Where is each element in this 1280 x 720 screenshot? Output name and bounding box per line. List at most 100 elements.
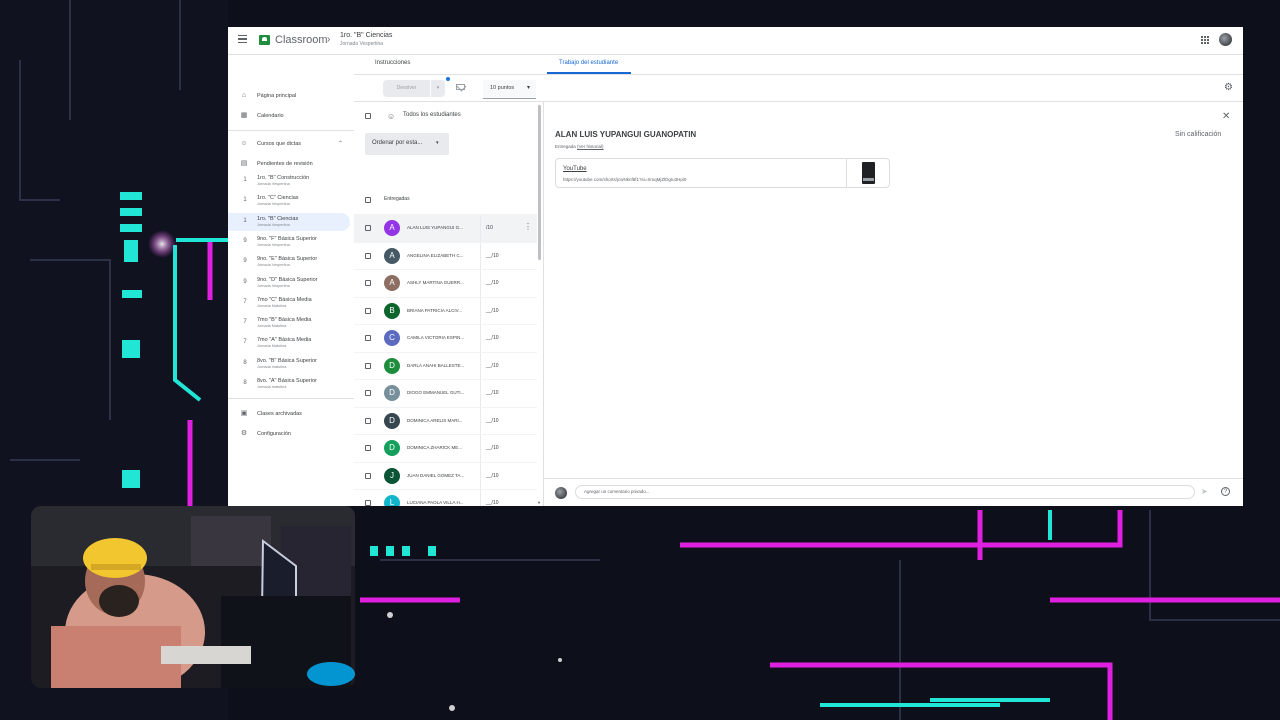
sidebar-course-item[interactable]: 9 9no. "D" Básica Superior Jornada Vespert… bbox=[228, 274, 350, 292]
scroll-down-arrow-icon[interactable]: ▼ bbox=[537, 500, 541, 505]
grade-field[interactable]: /10 bbox=[486, 225, 493, 231]
student-name[interactable]: ALAN LUIS YUPANGUI G... bbox=[407, 225, 475, 230]
student-name[interactable]: ANGELINA ELIZABETH C... bbox=[407, 253, 475, 258]
grade-field[interactable]: __/10 bbox=[486, 445, 499, 451]
help-icon[interactable]: ? bbox=[1221, 487, 1230, 496]
mail-icon[interactable] bbox=[456, 84, 465, 90]
sidebar-item-label: Cursos que dictas bbox=[257, 141, 302, 147]
student-checkbox[interactable] bbox=[365, 307, 371, 314]
attachment-thumbnail[interactable] bbox=[846, 159, 891, 187]
sidebar-item-to-review[interactable]: ▤ Pendientes de revisión bbox=[228, 155, 350, 173]
menu-icon[interactable] bbox=[238, 35, 247, 43]
grade-field[interactable]: __/10 bbox=[486, 335, 499, 341]
student-name[interactable]: DIOGO EMMANUEL GUTI... bbox=[407, 390, 475, 395]
course-title[interactable]: 1ro. "B" Ciencias bbox=[340, 32, 392, 39]
sidebar-item-teaching[interactable]: ☺ Cursos que dictas ⌃ bbox=[228, 135, 350, 153]
sidebar-course-item[interactable]: 7 7mo "C" Básica Media Jornada Matutina bbox=[228, 294, 350, 312]
student-row[interactable]: D DOMINICA ARELIS MARI... __/10 bbox=[354, 406, 537, 435]
sidebar-course-item[interactable]: 8 8vo. "B" Básica Superior Jornada matutin… bbox=[228, 355, 350, 373]
student-row[interactable]: C CAMILA VICTORIA ESPIN... __/10 bbox=[354, 324, 537, 352]
student-row[interactable]: D DIOGO EMMANUEL GUTI... __/10 bbox=[354, 379, 537, 407]
classroom-logo-icon[interactable] bbox=[259, 35, 270, 45]
student-checkbox[interactable] bbox=[365, 280, 371, 286]
points-select[interactable]: 10 puntos ▾ bbox=[483, 80, 536, 99]
attachment-card[interactable]: YouTube https://youtube.com/shorts/jcwNk… bbox=[555, 158, 890, 188]
student-name[interactable]: JUAN DANIEL GOMEZ TA... bbox=[407, 473, 475, 478]
student-row[interactable]: L LUCIANA PAOLA VILLA H... __/10 bbox=[354, 489, 537, 506]
student-checkbox[interactable] bbox=[365, 445, 371, 451]
student-checkbox[interactable] bbox=[365, 417, 371, 424]
return-dropdown-button[interactable]: ▾ bbox=[431, 80, 445, 97]
student-name[interactable]: DOMINICA ARELIS MARI... bbox=[407, 418, 475, 423]
close-icon[interactable]: ✕ bbox=[1222, 111, 1230, 122]
chevron-up-icon[interactable]: ⌃ bbox=[338, 140, 343, 147]
grade-field[interactable]: __/10 bbox=[486, 390, 499, 396]
sidebar-item-settings[interactable]: ⚙ Configuración bbox=[228, 425, 350, 443]
grade-field[interactable]: __/10 bbox=[486, 308, 499, 314]
student-checkbox[interactable] bbox=[365, 335, 371, 341]
sidebar-course-item[interactable]: 9 9no. "F" Básica Superior Jornada Vespert… bbox=[228, 233, 350, 251]
sidebar-course-item[interactable]: 9 9no. "E" Básica Superior Jornada Vespert… bbox=[228, 253, 350, 271]
grade-field[interactable]: __/10 bbox=[486, 418, 499, 424]
return-button[interactable]: Devolver bbox=[383, 80, 430, 97]
sidebar-course-item[interactable]: 8 8vo. "A" Básica Superior Jornada matutin… bbox=[228, 375, 350, 393]
divider bbox=[228, 130, 354, 131]
send-icon[interactable]: ➤ bbox=[1201, 487, 1208, 496]
student-row[interactable]: A ANGELINA ELIZABETH C... __/10 bbox=[354, 241, 537, 270]
people-icon: ☺ bbox=[240, 140, 248, 147]
student-name[interactable]: BRIANA PATRICIA ALCIV... bbox=[407, 308, 475, 313]
tab-student-work[interactable]: Trabajo del estudiante bbox=[559, 60, 618, 66]
divider bbox=[228, 398, 354, 399]
section-checkbox[interactable] bbox=[365, 197, 371, 203]
student-name[interactable]: CAMILA VICTORIA ESPIN... bbox=[407, 335, 475, 340]
student-name[interactable]: DOMINICA ZHARICK ME... bbox=[407, 445, 475, 450]
student-checkbox[interactable] bbox=[365, 500, 371, 506]
history-link[interactable]: (Ver historial) bbox=[577, 144, 604, 149]
divider bbox=[480, 297, 481, 325]
account-avatar[interactable] bbox=[1219, 33, 1232, 46]
grade-field[interactable]: __/10 bbox=[486, 500, 499, 506]
student-checkbox[interactable] bbox=[365, 362, 371, 369]
sidebar-course-item[interactable]: 1 1ro. "B" Ciencias Jornada Vespertina bbox=[228, 212, 350, 231]
attachment-title[interactable]: YouTube bbox=[563, 166, 587, 172]
tab-instructions[interactable]: Instrucciones bbox=[375, 60, 410, 66]
grade-field[interactable]: __/10 bbox=[486, 280, 499, 286]
apps-icon[interactable] bbox=[1201, 36, 1209, 44]
grade-field[interactable]: __/10 bbox=[486, 473, 499, 479]
gear-icon[interactable]: ⚙ bbox=[1224, 82, 1233, 93]
more-vert-icon[interactable]: ⋮ bbox=[524, 222, 532, 231]
course-session: Jornada Vespertina bbox=[257, 242, 290, 247]
student-checkbox[interactable] bbox=[365, 472, 371, 479]
student-checkbox[interactable] bbox=[365, 390, 371, 396]
course-session: Jornada Vespertina bbox=[257, 283, 290, 288]
student-row[interactable]: B BRIANA PATRICIA ALCIV... __/10 bbox=[354, 296, 537, 325]
student-name[interactable]: LUCIANA PAOLA VILLA H... bbox=[407, 500, 475, 505]
grade-field[interactable]: __/10 bbox=[486, 253, 499, 259]
student-checkbox[interactable] bbox=[365, 252, 371, 259]
chevron-down-icon: ▾ bbox=[527, 85, 531, 91]
divider bbox=[480, 435, 481, 462]
list-scrollbar[interactable] bbox=[538, 105, 541, 260]
app-name[interactable]: Classroom bbox=[275, 34, 328, 46]
sidebar-course-item[interactable]: 7 7mo "B" Básica Media Jornada Matutina bbox=[228, 314, 350, 332]
student-name[interactable]: DARLA ANAHI BALLESTE... bbox=[407, 363, 475, 368]
sidebar-course-item[interactable]: 7 7mo "A" Básica Media Jornada Matutina bbox=[228, 334, 350, 352]
sidebar-course-item[interactable]: 1 1ro. "B" Construcción Jornada Vespertina bbox=[228, 172, 350, 190]
student-row[interactable]: J JUAN DANIEL GOMEZ TA... __/10 bbox=[354, 461, 537, 490]
sidebar-item-calendar[interactable]: ▦ Calendario bbox=[228, 107, 350, 125]
select-all-checkbox[interactable] bbox=[365, 113, 371, 119]
course-session: Jornada Vespertina bbox=[257, 263, 290, 268]
sidebar-item-home[interactable]: ⌂ Página principal bbox=[228, 87, 350, 105]
sidebar-course-item[interactable]: 1 1ro. "C" Ciencias Jornada Vespertina bbox=[228, 192, 350, 210]
student-checkbox[interactable] bbox=[365, 225, 371, 231]
student-row[interactable]: D DOMINICA ZHARICK ME... __/10 bbox=[354, 434, 537, 462]
student-name[interactable]: ASHLY MARTINA GUERR... bbox=[407, 280, 475, 285]
sort-dropdown[interactable]: Ordenar por esta... ▾ bbox=[365, 133, 449, 155]
student-row[interactable]: A ASHLY MARTINA GUERR... __/10 bbox=[354, 269, 537, 297]
student-row[interactable]: D DARLA ANAHI BALLESTE... __/10 bbox=[354, 351, 537, 380]
student-row[interactable]: A ALAN LUIS YUPANGUI G... /10 ⋮ bbox=[354, 214, 537, 242]
all-students-label[interactable]: Todos los estudiantes bbox=[403, 112, 461, 118]
grade-field[interactable]: __/10 bbox=[486, 363, 499, 369]
sidebar-item-archived[interactable]: ▣ Clases archivadas bbox=[228, 405, 350, 423]
private-comment-input[interactable]: Agregar un comentario privado... bbox=[575, 485, 1195, 499]
